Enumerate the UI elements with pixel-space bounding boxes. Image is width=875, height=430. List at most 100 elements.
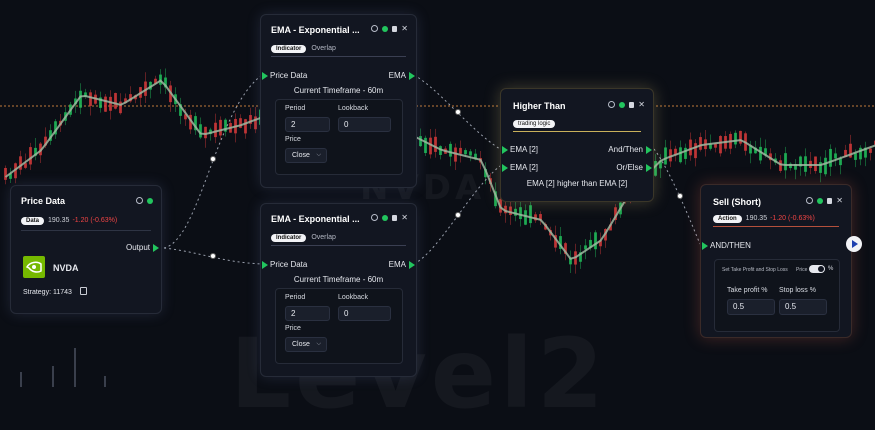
period-input[interactable]: 2 [285, 117, 330, 132]
input-label: EMA [2] [510, 145, 538, 154]
candle-body [719, 136, 722, 153]
period-input[interactable]: 2 [285, 306, 330, 321]
connector-handle[interactable] [210, 253, 216, 259]
info-icon[interactable] [608, 101, 615, 108]
output-label: And/Then [608, 145, 643, 154]
input-port[interactable]: Price Data [262, 260, 307, 269]
output-port[interactable]: EMA [389, 71, 415, 80]
candle-body [204, 127, 207, 138]
connector-handle[interactable] [677, 193, 683, 199]
info-icon[interactable] [371, 214, 378, 221]
volume-bar [20, 372, 22, 387]
output-port-and[interactable]: And/Then [608, 145, 652, 154]
candle-body [449, 144, 452, 157]
output-arrow-icon [409, 261, 415, 269]
candle-body [824, 158, 827, 174]
price-select-value: Close [292, 152, 310, 159]
candle-body [594, 232, 597, 249]
status-dot-icon [817, 198, 823, 204]
connector-handle[interactable] [455, 109, 461, 115]
condition-summary: EMA [2] higher than EMA [2] [501, 179, 653, 188]
candle-body [219, 120, 222, 136]
price-label: Price [285, 325, 301, 332]
sell-short-node[interactable]: Sell (Short) ✕ Action190.35-1.20 (-0.63%… [700, 184, 852, 338]
status-dot-icon [147, 198, 153, 204]
ema-node-top[interactable]: EMA - Exponential ... ✕ IndicatorOverlap… [260, 14, 417, 188]
output-port-or[interactable]: Or/Else [616, 163, 652, 172]
input-port-b[interactable]: EMA [2] [502, 163, 538, 172]
candle-body [829, 149, 832, 167]
close-icon[interactable]: ✕ [401, 215, 408, 221]
lookback-input[interactable]: 0 [338, 117, 391, 132]
higher-than-node[interactable]: Higher Than ✕ trading logic EMA [2] And/… [500, 88, 654, 202]
input-port-a[interactable]: EMA [2] [502, 145, 538, 154]
play-icon [852, 240, 858, 248]
output-label: EMA [389, 71, 406, 80]
output-port[interactable]: Output [126, 243, 159, 252]
info-icon[interactable] [136, 197, 143, 204]
copy-icon[interactable] [827, 198, 832, 204]
output-arrow-icon [646, 146, 652, 154]
candle-body [689, 140, 692, 156]
last-price: 190.35 [746, 215, 767, 222]
connector-handle[interactable] [455, 212, 461, 218]
price-select[interactable]: Close ⌵ [285, 148, 327, 163]
input-arrow-icon [702, 242, 708, 250]
volume-bar [104, 376, 106, 387]
status-dot-icon [382, 26, 388, 32]
input-label: EMA [2] [510, 163, 538, 172]
candle-body [814, 157, 817, 172]
price-data-node[interactable]: Price Data Data190.35-1.20 (-0.63%) Outp… [10, 185, 162, 314]
copy-icon[interactable] [392, 26, 397, 32]
close-icon[interactable]: ✕ [638, 102, 645, 108]
take-profit-label: Take profit % [727, 287, 767, 294]
candle-body [519, 207, 522, 219]
subcategory-label: Overlap [311, 234, 336, 241]
output-arrow-icon [646, 164, 652, 172]
input-port[interactable]: AND/THEN [702, 241, 751, 250]
close-icon[interactable]: ✕ [401, 26, 408, 32]
output-port[interactable]: EMA [389, 260, 415, 269]
stop-loss-input[interactable]: 0.5 [779, 299, 827, 315]
candle-body [529, 205, 532, 223]
node-title: Higher Than [513, 101, 566, 111]
lookback-input[interactable]: 0 [338, 306, 391, 321]
chevron-down-icon: ⌵ [316, 149, 321, 162]
info-icon[interactable] [371, 25, 378, 32]
take-profit-input[interactable]: 0.5 [727, 299, 775, 315]
period-label: Period [285, 105, 305, 112]
candle-body [424, 138, 427, 153]
ticker-label: NVDA [53, 263, 79, 273]
volume-bar [74, 348, 76, 387]
ema-node-bottom[interactable]: EMA - Exponential ... ✕ IndicatorOverlap… [260, 203, 417, 377]
input-arrow-icon [262, 261, 268, 269]
input-arrow-icon [262, 72, 268, 80]
chevron-down-icon: ⌵ [316, 338, 321, 351]
copy-icon[interactable] [629, 102, 634, 108]
toggle-left-label: Price [796, 267, 807, 273]
input-port[interactable]: Price Data [262, 71, 307, 80]
price-select[interactable]: Close ⌵ [285, 337, 327, 352]
status-dot-icon [382, 215, 388, 221]
candle-body [469, 151, 472, 155]
node-title: Sell (Short) [713, 197, 761, 207]
unit-toggle[interactable] [809, 265, 825, 273]
price-change: -1.20 (-0.63%) [72, 217, 117, 224]
candle-body [464, 150, 467, 154]
candle-body [109, 97, 112, 111]
play-button[interactable] [846, 236, 862, 252]
close-icon[interactable]: ✕ [836, 198, 843, 204]
copy-icon[interactable] [392, 215, 397, 221]
price-select-value: Close [292, 341, 310, 348]
candle-body [29, 147, 32, 164]
strategy-label: Strategy: 11743 [23, 289, 72, 296]
info-icon[interactable] [806, 197, 813, 204]
connector-handle[interactable] [210, 156, 216, 162]
input-label: AND/THEN [710, 241, 751, 250]
input-label: Price Data [270, 71, 307, 80]
candle-body [89, 92, 92, 106]
copy-icon[interactable] [80, 287, 87, 295]
output-arrow-icon [409, 72, 415, 80]
input-label: Price Data [270, 260, 307, 269]
toggle-right-label: % [828, 266, 833, 272]
